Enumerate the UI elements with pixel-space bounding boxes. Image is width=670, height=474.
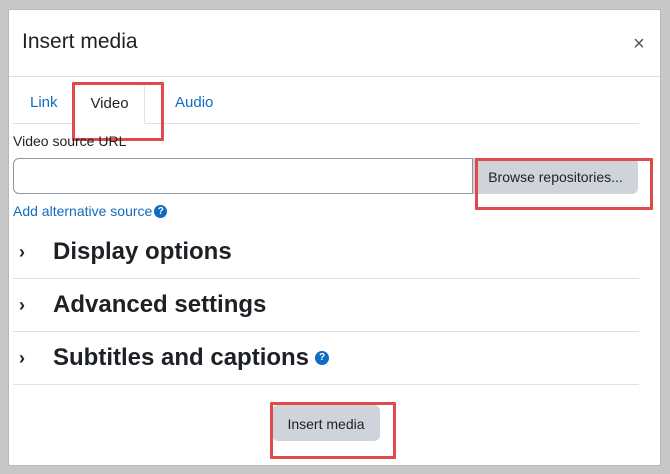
add-alternative-source-link[interactable]: Add alternative source ? [13, 203, 168, 219]
dialog-title: Insert media [22, 30, 138, 53]
insert-media-button[interactable]: Insert media [272, 405, 380, 441]
tab-video[interactable]: Video [74, 83, 145, 124]
section-subtitles-captions[interactable]: › Subtitles and captions ? [13, 332, 639, 385]
video-source-url-input[interactable] [13, 158, 473, 194]
close-icon[interactable]: × [630, 34, 648, 54]
section-title-display-options: Display options [53, 238, 232, 265]
add-alternative-source-label: Add alternative source [13, 203, 153, 219]
video-source-label: Video source URL [13, 133, 127, 149]
section-title-subtitles-captions: Subtitles and captions [53, 344, 310, 371]
chevron-right-icon: › [19, 347, 25, 368]
chevron-right-icon: › [19, 294, 25, 315]
dialog-header: Insert media × [9, 10, 660, 77]
section-advanced-settings[interactable]: › Advanced settings [13, 279, 639, 332]
section-display-options[interactable]: › Display options [13, 226, 639, 279]
section-title-advanced-settings: Advanced settings [53, 291, 267, 318]
tab-link[interactable]: Link [14, 83, 74, 123]
help-icon[interactable]: ? [315, 351, 330, 365]
help-icon[interactable]: ? [154, 204, 168, 218]
chevron-right-icon: › [19, 241, 25, 262]
tab-audio[interactable]: Audio [159, 83, 229, 123]
media-tabs: Link Video Audio [13, 83, 639, 124]
browse-repositories-button[interactable]: Browse repositories... [473, 158, 638, 194]
